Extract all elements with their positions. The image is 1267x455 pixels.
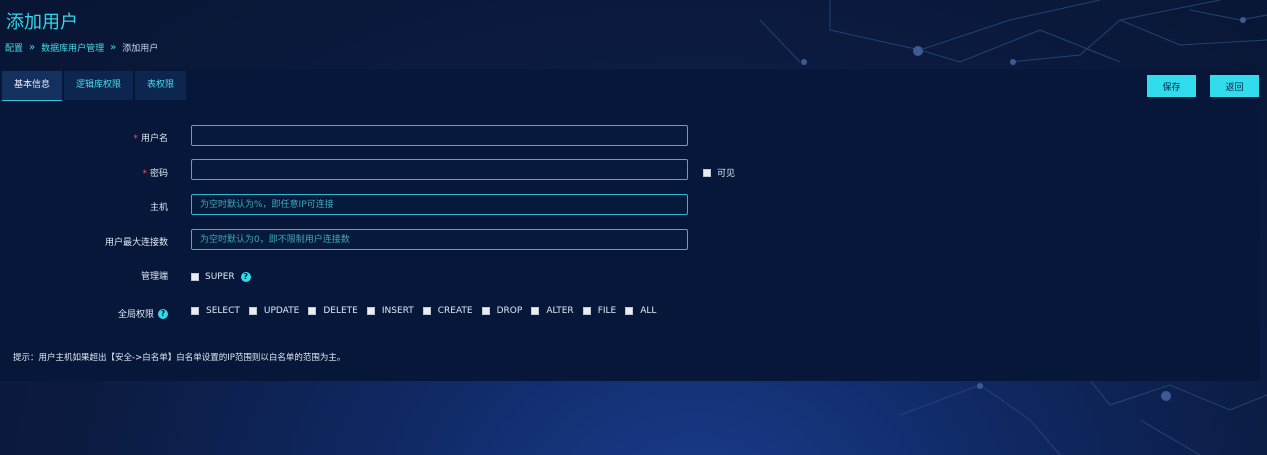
- tab-basic-info[interactable]: 基本信息: [2, 71, 63, 101]
- breadcrumb-config[interactable]: 配置: [5, 41, 23, 54]
- privilege-checkbox[interactable]: [308, 307, 317, 315]
- tab-table-privileges[interactable]: 表权限: [135, 71, 187, 100]
- host-input[interactable]: [191, 194, 688, 215]
- required-mark: *: [142, 169, 147, 179]
- chevron-right-icon: »: [29, 42, 36, 53]
- back-button[interactable]: 返回: [1210, 75, 1259, 97]
- privilege-checkbox[interactable]: [481, 307, 490, 315]
- help-icon[interactable]: ?: [158, 308, 168, 319]
- privilege-insert[interactable]: INSERT: [366, 306, 414, 316]
- breadcrumb: 配置 » 数据库用户管理 » 添加用户: [5, 41, 158, 54]
- admin-super-option[interactable]: SUPER ?: [191, 272, 251, 282]
- privilege-all[interactable]: ALL: [625, 306, 656, 316]
- privilege-update[interactable]: UPDATE: [248, 306, 299, 316]
- help-icon[interactable]: ?: [240, 272, 251, 282]
- privilege-checkbox[interactable]: [191, 307, 199, 315]
- privilege-alter[interactable]: ALTER: [531, 306, 574, 316]
- global-privileges-options: SELECT UPDATE DELETE INSERT CREATE DROP …: [191, 306, 665, 316]
- super-checkbox[interactable]: [191, 273, 199, 281]
- privilege-checkbox[interactable]: [582, 307, 591, 315]
- global-privileges-label: 全局权限 ?: [118, 307, 168, 320]
- max-connections-input[interactable]: [191, 229, 688, 250]
- privilege-file[interactable]: FILE: [582, 306, 616, 316]
- privilege-drop[interactable]: DROP: [481, 306, 522, 316]
- host-label: 主机: [149, 203, 168, 213]
- save-button[interactable]: 保存: [1147, 75, 1196, 97]
- chevron-right-icon: »: [110, 42, 117, 53]
- admin-label: 管理端: [140, 272, 168, 282]
- tab-bar: 基本信息 逻辑库权限 表权限: [2, 71, 187, 101]
- username-label: * 用户名: [133, 134, 168, 144]
- super-label: SUPER: [205, 272, 235, 282]
- privilege-select[interactable]: SELECT: [191, 306, 240, 316]
- privilege-checkbox[interactable]: [248, 307, 257, 315]
- form-panel: 基本信息 逻辑库权限 表权限 保存 返回 *用户名 *密码 可见 主机 用户最大…: [0, 69, 1260, 381]
- password-visible-toggle[interactable]: 可见: [703, 166, 735, 179]
- privilege-create[interactable]: CREATE: [422, 306, 473, 316]
- tab-logical-db-privileges[interactable]: 逻辑库权限: [64, 71, 134, 100]
- privilege-checkbox[interactable]: [531, 307, 540, 315]
- required-mark: *: [133, 134, 138, 144]
- privilege-checkbox[interactable]: [422, 307, 431, 315]
- privilege-checkbox[interactable]: [366, 307, 375, 315]
- page-title: 添加用户: [6, 12, 78, 33]
- password-visible-label: 可见: [717, 169, 736, 179]
- hint-text: 提示：用户主机如果超出【安全->白名单】白名单设置的IP范围则以白名单的范围为主…: [13, 353, 346, 363]
- max-connections-label: 用户最大连接数: [104, 238, 168, 248]
- password-label: * 密码: [142, 169, 168, 179]
- username-input[interactable]: [191, 125, 688, 146]
- password-input[interactable]: [191, 159, 688, 180]
- breadcrumb-db-user-management[interactable]: 数据库用户管理: [41, 41, 104, 54]
- privilege-checkbox[interactable]: [625, 307, 634, 315]
- breadcrumb-current: 添加用户: [122, 44, 159, 54]
- password-visible-checkbox[interactable]: [703, 168, 711, 177]
- privilege-delete[interactable]: DELETE: [308, 306, 358, 316]
